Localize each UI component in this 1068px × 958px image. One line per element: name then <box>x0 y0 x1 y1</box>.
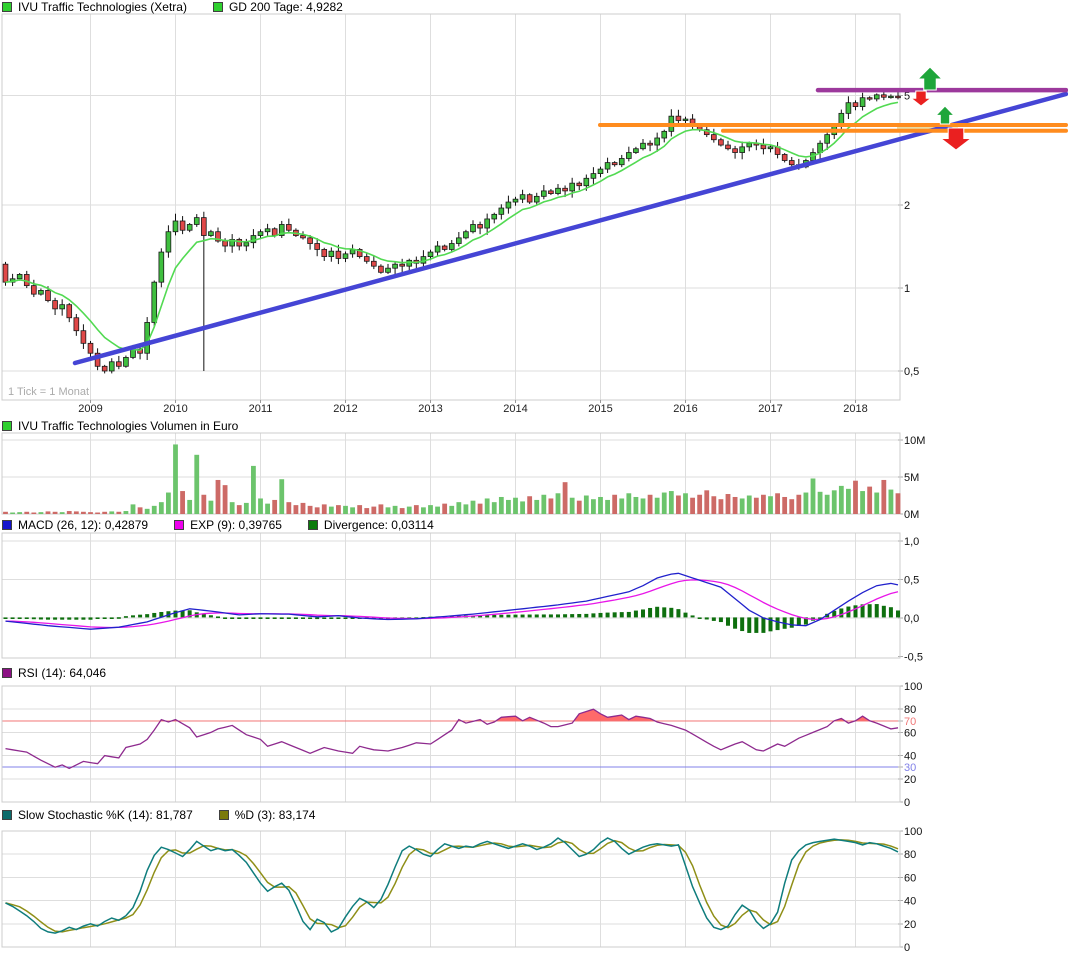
legend-item: Slow Stochastic %K (14): 81,787 <box>2 808 193 822</box>
signal-arrows <box>909 66 973 151</box>
legend-item: GD 200 Tage: 4,9282 <box>212 0 343 14</box>
x-axis: 2009 2010 2011 2012 2013 2014 2015 2016 2017 2018 <box>78 400 868 415</box>
macd-panel[interactable]: 1,0 0,5 0,0 -0,5 <box>1 532 923 664</box>
svg-text:60: 60 <box>904 872 916 884</box>
rsi-overbought-fill <box>160 709 870 721</box>
series-label: MACD (26, 12): 0,42879 <box>18 518 149 532</box>
svg-text:20: 20 <box>904 774 916 786</box>
tick-note: 1 Tick = 1 Monat <box>8 386 89 398</box>
percent-k-line <box>5 837 899 934</box>
macd-legend: MACD (26, 12): 0,42879 EXP (9): 0,39765 … <box>2 518 460 532</box>
series-label: EXP (9): 0,39765 <box>190 518 282 532</box>
series-swatch-icon <box>2 810 12 820</box>
svg-text:2014: 2014 <box>503 403 527 415</box>
svg-text:2009: 2009 <box>78 403 102 415</box>
series-swatch-icon <box>2 520 12 530</box>
legend-item: IVU Traffic Technologies (Xetra) <box>2 0 187 14</box>
legend-item: EXP (9): 0,39765 <box>174 518 282 532</box>
svg-text:100: 100 <box>904 826 922 838</box>
svg-text:40: 40 <box>904 896 916 908</box>
volume-legend: IVU Traffic Technologies Volumen in Euro <box>2 419 264 433</box>
series-swatch-icon <box>2 421 12 431</box>
legend-item: %D (3): 83,174 <box>218 808 316 822</box>
series-label: Divergence: 0,03114 <box>323 518 434 532</box>
svg-text:2015: 2015 <box>588 403 612 415</box>
series-label: %D (3): 83,174 <box>234 808 316 822</box>
series-swatch-icon <box>174 520 185 530</box>
series-swatch-icon <box>212 2 223 12</box>
svg-text:2017: 2017 <box>758 403 782 415</box>
svg-text:10M: 10M <box>904 435 925 447</box>
stochastic-legend: Slow Stochastic %K (14): 81,787 %D (3): … <box>2 808 341 822</box>
svg-text:-0,5: -0,5 <box>904 652 923 664</box>
series-swatch-icon <box>307 520 318 530</box>
volume-panel[interactable]: 10M 5M 0M <box>1 432 925 521</box>
svg-text:0,5: 0,5 <box>904 575 919 587</box>
series-label: RSI (14): 64,046 <box>18 666 107 680</box>
trendline <box>72 91 1068 366</box>
svg-text:80: 80 <box>904 704 916 716</box>
arrow-down-icon <box>909 90 933 107</box>
svg-text:2016: 2016 <box>673 403 697 415</box>
series-swatch-icon <box>2 668 12 678</box>
svg-text:0,0: 0,0 <box>904 613 919 625</box>
svg-text:70: 70 <box>904 716 916 728</box>
arrow-up-icon <box>934 105 956 125</box>
svg-text:0: 0 <box>904 942 910 954</box>
rsi-line <box>5 708 899 770</box>
svg-text:2018: 2018 <box>843 403 867 415</box>
series-label: GD 200 Tage: 4,9282 <box>228 0 343 14</box>
legend-item: IVU Traffic Technologies Volumen in Euro <box>2 419 238 433</box>
series-label: IVU Traffic Technologies Volumen in Euro <box>18 419 239 433</box>
rsi-legend: RSI (14): 64,046 <box>2 666 132 680</box>
series-swatch-icon <box>218 810 229 820</box>
svg-text:2012: 2012 <box>333 403 357 415</box>
svg-text:80: 80 <box>904 849 916 861</box>
svg-text:100: 100 <box>904 681 922 693</box>
svg-text:2011: 2011 <box>249 403 273 415</box>
svg-text:60: 60 <box>904 727 916 739</box>
svg-text:2: 2 <box>904 200 910 212</box>
series-label: IVU Traffic Technologies (Xetra) <box>18 0 187 14</box>
price-panel[interactable]: 5210,51 Tick = 1 Monat <box>1 13 1068 401</box>
svg-text:20: 20 <box>904 919 916 931</box>
arrow-up-icon <box>916 66 944 91</box>
price-legend: IVU Traffic Technologies (Xetra) GD 200 … <box>2 0 369 14</box>
legend-item: MACD (26, 12): 0,42879 <box>2 518 148 532</box>
legend-item: Divergence: 0,03114 <box>307 518 434 532</box>
svg-text:2013: 2013 <box>418 403 442 415</box>
series-label: Slow Stochastic %K (14): 81,787 <box>18 808 193 822</box>
legend-item: RSI (14): 64,046 <box>2 666 106 680</box>
stoch-panel[interactable]: 100 80 60 40 20 0 <box>1 826 922 954</box>
gd200-line <box>5 101 899 352</box>
chart-root: 5 2 1 0,5 1 Tick = 1 Monat 10M 5M 0M 1,0 0,5 0,0 -0… <box>0 0 1068 958</box>
svg-text:1: 1 <box>904 283 910 295</box>
svg-text:5M: 5M <box>904 472 919 484</box>
volume-bars <box>3 444 901 514</box>
rsi-panel[interactable]: 100 807060 403020 0 <box>1 681 922 809</box>
svg-text:40: 40 <box>904 751 916 763</box>
svg-text:0M: 0M <box>904 509 919 521</box>
svg-text:0: 0 <box>904 797 910 809</box>
svg-text:1,0: 1,0 <box>904 536 919 548</box>
svg-text:30: 30 <box>904 762 916 774</box>
svg-text:0,5: 0,5 <box>904 366 919 378</box>
svg-text:2010: 2010 <box>163 403 187 415</box>
series-swatch-icon <box>2 2 12 12</box>
